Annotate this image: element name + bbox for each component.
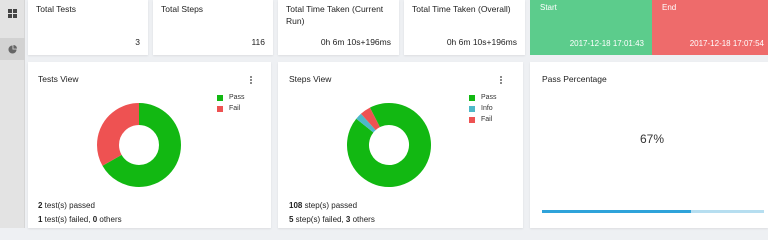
tests-passed-text: test(s) passed (42, 201, 95, 210)
legend-label: Fail (229, 105, 241, 112)
legend-swatch-fail (469, 116, 475, 123)
tests-legend: Pass Fail (217, 92, 245, 114)
end-value: 2017-12-18 17:07:54 (689, 39, 764, 48)
tests-donut-chart (97, 103, 181, 187)
legend-label: Pass (481, 94, 497, 101)
sidebar-item-charts[interactable] (0, 38, 25, 60)
time-current-value: 0h 6m 10s+196ms (320, 37, 391, 47)
time-overall-value: 0h 6m 10s+196ms (446, 37, 517, 47)
pass-percentage-progress-bar (542, 210, 764, 213)
steps-legend: Pass Info Fail (469, 92, 497, 125)
steps-failed-text: step(s) failed, (293, 215, 346, 224)
steps-passed-text: step(s) passed (302, 201, 358, 210)
legend-item-pass[interactable]: Pass (217, 92, 245, 103)
legend-item-fail[interactable]: Fail (217, 103, 245, 114)
steps-failed-summary: 5 step(s) failed, 3 others (289, 215, 375, 224)
pass-percentage-value: 67% (640, 132, 665, 146)
legend-item-fail[interactable]: Fail (469, 114, 497, 125)
legend-item-info[interactable]: Info (469, 103, 497, 114)
steps-view-menu-icon[interactable] (499, 76, 503, 86)
legend-label: Info (481, 105, 493, 112)
legend-label: Pass (229, 94, 245, 101)
pass-percentage-title: Pass Percentage (542, 74, 607, 84)
steps-others-text: others (350, 215, 375, 224)
end-label: End (662, 3, 677, 12)
pie-chart-icon (8, 44, 17, 54)
tests-failed-summary: 1 test(s) failed, 0 others (38, 215, 122, 224)
start-value: 2017-12-18 17:01:43 (569, 39, 644, 48)
time-current-label: Total Time Taken (Current Run) (286, 4, 384, 26)
sidebar-item-dashboard[interactable] (0, 2, 25, 24)
total-steps-card: Total Steps 116 (153, 0, 273, 55)
time-overall-label: Total Time Taken (Overall) (412, 4, 511, 14)
steps-donut-chart (347, 103, 431, 187)
dashboard-grid-icon (8, 8, 17, 18)
steps-view-title: Steps View (289, 74, 332, 84)
tests-view-menu-icon[interactable] (249, 76, 253, 86)
steps-passed-count: 108 (289, 201, 303, 210)
time-current-card: Total Time Taken (Current Run) 0h 6m 10s… (278, 0, 399, 55)
legend-swatch-pass (469, 94, 475, 101)
tests-passed-summary: 2 test(s) passed (38, 201, 95, 210)
sidebar (0, 0, 25, 228)
pass-percentage-progress-fill (542, 210, 691, 213)
tests-view-title: Tests View (38, 74, 79, 84)
legend-item-pass[interactable]: Pass (469, 92, 497, 103)
legend-label: Fail (481, 116, 493, 123)
tests-others-text: others (97, 215, 122, 224)
legend-swatch-pass (217, 94, 223, 101)
total-steps-value: 116 (251, 37, 265, 47)
start-time-card: Start 2017-12-18 17:01:43 (530, 0, 652, 55)
total-tests-card: Total Tests 3 (28, 0, 148, 55)
legend-swatch-info (469, 105, 475, 112)
end-time-card: End 2017-12-18 17:07:54 (652, 0, 768, 55)
steps-passed-summary: 108 step(s) passed (289, 201, 357, 210)
total-steps-label: Total Steps (161, 4, 204, 14)
total-tests-value: 3 (135, 37, 140, 47)
total-tests-label: Total Tests (36, 4, 77, 14)
legend-swatch-fail (217, 105, 223, 112)
time-overall-card: Total Time Taken (Overall) 0h 6m 10s+196… (404, 0, 525, 55)
tests-failed-text: test(s) failed, (42, 215, 93, 224)
start-label: Start (540, 3, 557, 12)
